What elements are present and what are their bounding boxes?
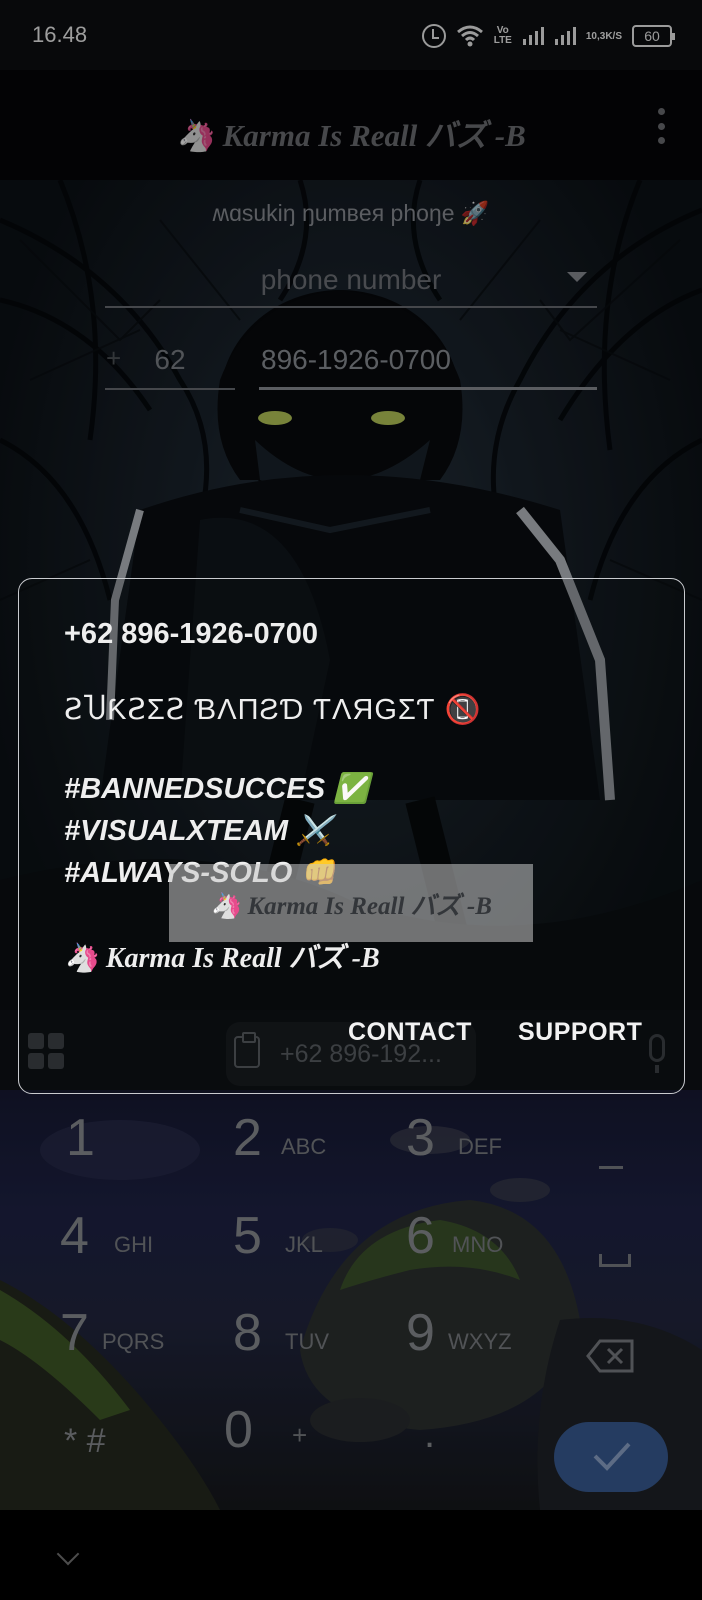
contact-button[interactable]: CONTACT: [348, 1018, 472, 1047]
dialog-tag: #BANNEDSUCCES ✅: [64, 773, 370, 805]
dialog-tag: #VISUALXTEAM ⚔️: [64, 815, 333, 847]
dialog-signature: 🦄 Karma Is Reall バズ -B: [64, 943, 380, 974]
dialog-phone-number: +62 896-1926-0700: [64, 618, 318, 650]
toast-message: 🦄 Karma Is Reall バズ -B: [169, 864, 533, 942]
support-button[interactable]: SUPPORT: [518, 1018, 642, 1047]
toast-text: 🦄 Karma Is Reall バズ -B: [210, 893, 492, 920]
dialog-status: ꙄႮƘꙄƩꙄ ƁΛПƧƊ ƬΛЯGƩƬ 📵: [64, 694, 482, 726]
